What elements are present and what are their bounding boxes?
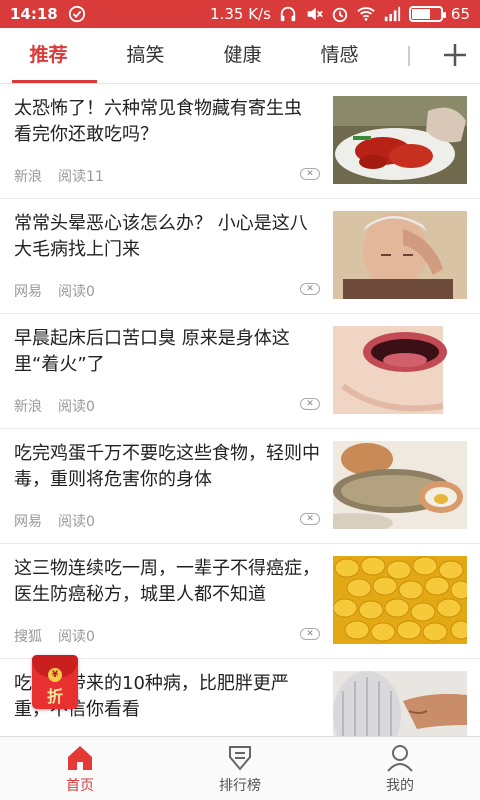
headphones-icon (280, 6, 296, 22)
dismiss-icon[interactable]: ✕ (300, 513, 320, 525)
news-source: 网易 (14, 514, 42, 530)
dismiss-icon[interactable]: ✕ (300, 283, 320, 295)
news-title[interactable]: 这三物连续吃一周，一辈子不得癌症，医生防癌秘方，城里人都不知道 (14, 556, 324, 608)
wifi-icon (357, 7, 375, 21)
tab-emotion[interactable]: 情感 (291, 28, 388, 83)
news-item[interactable]: 太恐怖了！六种常见食物藏有寄生虫 看完你还敢吃吗？ 新浪 阅读11 ✕ (0, 84, 480, 199)
news-source: 新浪 (14, 399, 42, 415)
nav-ranking-label: 排行榜 (219, 778, 261, 794)
news-meta: 新浪 阅读11 (14, 166, 104, 186)
news-reads: 阅读0 (58, 284, 95, 300)
news-meta: 网易 阅读0 (14, 281, 95, 301)
nav-home-label: 首页 (66, 778, 94, 794)
news-title[interactable]: 早晨起床后口苦口臭 原来是身体这里“着火”了 (14, 326, 324, 378)
nav-profile-label: 我的 (386, 778, 414, 794)
news-source: 新浪 (14, 169, 42, 185)
red-packet-button[interactable]: ¥ 折 (32, 655, 78, 709)
news-meta: 新浪 阅读0 (14, 396, 95, 416)
news-meta: 网易 阅读0 (14, 511, 95, 531)
tab-health[interactable]: 健康 (194, 28, 291, 83)
bottom-nav: 首页 排行榜 我的 (0, 736, 480, 800)
network-speed: 1.35 K/s (210, 5, 271, 23)
news-reads: 阅读0 (58, 514, 95, 530)
belly-image[interactable] (333, 671, 467, 736)
dismiss-icon[interactable]: ✕ (300, 398, 320, 410)
news-source: 网易 (14, 284, 42, 300)
crayfish-dish-image[interactable] (333, 96, 467, 184)
status-time: 14:18 (10, 5, 58, 23)
tab-funny[interactable]: 搞笑 (97, 28, 194, 83)
nav-home[interactable]: 首页 (0, 737, 160, 800)
news-reads: 阅读11 (58, 169, 104, 185)
category-tabs: 推荐 搞笑 健康 情感 (0, 28, 480, 84)
alarm-icon (332, 7, 348, 23)
man-headache-image[interactable] (333, 211, 467, 299)
profile-icon (387, 745, 413, 772)
battery-icon (408, 6, 446, 22)
news-reads: 阅读0 (58, 399, 95, 415)
news-item[interactable]: 常常头晕恶心该怎么办？ 小心是这八大毛病找上门来 网易 阅读0 ✕ (0, 199, 480, 314)
news-title[interactable]: 常常头晕恶心该怎么办？ 小心是这八大毛病找上门来 (14, 211, 324, 263)
news-feed: 太恐怖了！六种常见食物藏有寄生虫 看完你还敢吃吗？ 新浪 阅读11 ✕ 常常头晕… (0, 84, 480, 736)
eggs-grain-image[interactable] (333, 441, 467, 529)
signal-icon (384, 6, 401, 22)
battery-level: 65 (450, 5, 470, 23)
ranking-icon (229, 746, 251, 771)
corn-kernels-image[interactable] (333, 556, 467, 644)
news-title[interactable]: 太恐怖了！六种常见食物藏有寄生虫 看完你还敢吃吗？ (14, 96, 324, 148)
news-reads: 阅读0 (58, 629, 95, 645)
home-icon (68, 746, 92, 770)
status-bar: 14:18 1.35 K/s 65 (0, 0, 480, 28)
news-title[interactable]: 吃完鸡蛋千万不要吃这些食物，轻则中毒，重则将危害你的身体 (14, 441, 324, 493)
news-item[interactable]: 早晨起床后口苦口臭 原来是身体这里“着火”了 新浪 阅读0 ✕ (0, 314, 480, 429)
news-item[interactable]: 这三物连续吃一周，一辈子不得癌症，医生防癌秘方，城里人都不知道 搜狐 阅读0 ✕ (0, 544, 480, 659)
news-item[interactable]: 吃完鸡蛋千万不要吃这些食物，轻则中毒，重则将危害你的身体 网易 阅读0 ✕ (0, 429, 480, 544)
open-mouth-image[interactable] (333, 326, 467, 414)
tabs-divider (408, 45, 410, 66)
dismiss-icon[interactable]: ✕ (300, 628, 320, 640)
add-category-icon[interactable] (440, 40, 470, 70)
coin-icon: ¥ (48, 668, 62, 682)
dismiss-icon[interactable]: ✕ (300, 168, 320, 180)
mute-icon (307, 7, 323, 21)
check-circle-icon (68, 5, 85, 23)
red-packet-label: 折 (46, 687, 63, 706)
nav-ranking[interactable]: 排行榜 (160, 737, 320, 800)
tab-recommend[interactable]: 推荐 (0, 28, 97, 83)
nav-profile[interactable]: 我的 (320, 737, 480, 800)
news-meta: 搜狐 阅读0 (14, 626, 95, 646)
news-source: 搜狐 (14, 629, 42, 645)
